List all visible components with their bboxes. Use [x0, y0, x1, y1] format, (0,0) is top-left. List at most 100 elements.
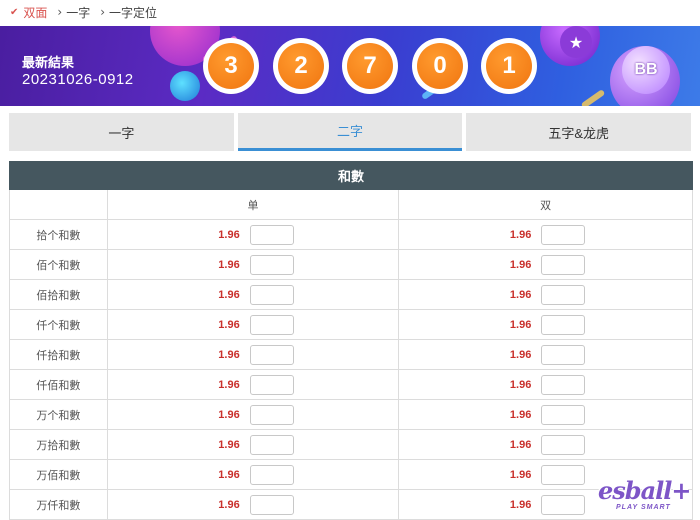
result-number: 1 — [486, 43, 532, 89]
odd-cell: 1.96 — [106, 249, 400, 280]
odd-cell: 1.96 — [106, 399, 400, 430]
row-name: 佰拾和數 — [9, 279, 108, 310]
row-name: 万个和數 — [9, 399, 108, 430]
bet-amount-input[interactable] — [541, 374, 586, 395]
bet-amount-input[interactable] — [249, 344, 294, 365]
column-header-odd: 单 — [106, 189, 400, 220]
table-row: 万仟和數 1.96 1.96 — [9, 489, 693, 520]
bet-amount-input[interactable] — [541, 314, 586, 335]
odds-table: 和數 单 双 拾个和數 1.96 1.96 佰个和數 1.96 1.96 佰拾和數 1.96 1… — [9, 161, 693, 520]
bet-amount-input[interactable] — [249, 374, 294, 395]
bb-badge: BB — [622, 46, 670, 94]
bet-amount-input[interactable] — [541, 494, 586, 515]
bet-amount-input[interactable] — [249, 224, 294, 245]
bet-amount-input[interactable] — [541, 404, 586, 425]
result-ball: 7 — [342, 38, 398, 94]
odd-wrap: 1.96 — [399, 344, 586, 365]
odd-wrap: 1.96 — [399, 224, 586, 245]
logo-brand: esball+ — [598, 476, 691, 505]
odd-cell: 1.96 — [398, 219, 693, 250]
table-row: 仟拾和數 1.96 1.96 — [9, 339, 693, 370]
odd-cell: 1.96 — [398, 249, 693, 280]
decoration-bubble — [170, 71, 200, 101]
decoration-stripe — [580, 89, 606, 106]
result-label: 最新結果 — [22, 55, 75, 70]
result-number: 2 — [278, 43, 324, 89]
bet-amount-input[interactable] — [541, 284, 586, 305]
breadcrumb-item-one[interactable]: › 一字 — [57, 4, 90, 21]
odd-wrap: 1.96 — [108, 404, 294, 425]
odd-wrap: 1.96 — [108, 374, 294, 395]
odd-value: 1.96 — [218, 438, 240, 451]
result-number: 3 — [208, 43, 254, 89]
row-name: 佰个和數 — [9, 249, 108, 280]
odd-value: 1.96 — [218, 378, 240, 391]
bet-amount-input[interactable] — [249, 254, 294, 275]
table-row: 仟个和數 1.96 1.96 — [9, 309, 693, 340]
odd-cell: 1.96 — [398, 339, 693, 370]
bet-amount-input[interactable] — [249, 494, 294, 515]
odd-wrap: 1.96 — [108, 344, 294, 365]
bet-type-tabs: 一字 二字 五字&龙虎 — [9, 113, 692, 151]
chevron-right-icon: › — [100, 5, 106, 19]
bet-amount-input[interactable] — [249, 434, 294, 455]
table-row: 拾个和數 1.96 1.96 — [9, 219, 693, 250]
bet-amount-input[interactable] — [541, 464, 586, 485]
bet-amount-input[interactable] — [541, 344, 586, 365]
result-period: 20231026-0912 — [22, 71, 134, 88]
odd-value: 1.96 — [218, 318, 240, 331]
odd-cell: 1.96 — [106, 429, 400, 460]
breadcrumb-label: 一字定位 — [109, 5, 158, 20]
odd-wrap: 1.96 — [108, 314, 294, 335]
bet-amount-input[interactable] — [249, 404, 294, 425]
odd-cell: 1.96 — [106, 459, 400, 490]
row-name: 万佰和數 — [9, 459, 108, 490]
bet-amount-input[interactable] — [541, 224, 586, 245]
breadcrumb-item-one-position[interactable]: › 一字定位 — [100, 4, 157, 21]
odd-value: 1.96 — [509, 438, 532, 451]
odd-wrap: 1.96 — [108, 434, 294, 455]
odd-value: 1.96 — [218, 228, 240, 241]
odd-value: 1.96 — [509, 348, 532, 361]
tab-two-digit[interactable]: 二字 — [237, 113, 463, 151]
odd-wrap: 1.96 — [399, 434, 586, 455]
odd-cell: 1.96 — [398, 279, 693, 310]
table-subheader-row: 单 双 — [9, 189, 693, 220]
odd-wrap: 1.96 — [399, 314, 586, 335]
tab-one-digit[interactable]: 一字 — [9, 113, 234, 151]
bet-amount-input[interactable] — [249, 314, 294, 335]
latest-result-banner: 最新結果 20231026-0912 3 2 7 0 1 ★ BB — [0, 26, 700, 106]
star-icon: ★ — [560, 26, 592, 58]
bet-amount-input[interactable] — [541, 254, 586, 275]
odd-value: 1.96 — [218, 408, 240, 421]
row-name: 仟拾和數 — [9, 339, 108, 370]
row-name: 拾个和數 — [9, 219, 108, 250]
table-row: 仟佰和數 1.96 1.96 — [9, 369, 693, 400]
odd-wrap: 1.96 — [108, 224, 294, 245]
table-group-header: 和數 — [9, 161, 693, 190]
odd-value: 1.96 — [509, 408, 532, 421]
odd-value: 1.96 — [218, 468, 240, 481]
bet-amount-input[interactable] — [249, 284, 294, 305]
odd-wrap: 1.96 — [108, 284, 294, 305]
odd-wrap: 1.96 — [108, 254, 294, 275]
chevron-down-icon: ✔ — [10, 6, 19, 18]
row-name: 仟佰和數 — [9, 369, 108, 400]
esball-logo: esball+ PLAY SMART — [598, 476, 698, 516]
breadcrumb-item-double[interactable]: ✔ 双面 — [10, 4, 47, 21]
bet-amount-input[interactable] — [541, 434, 586, 455]
breadcrumb-label: 一字 — [66, 5, 91, 20]
tab-five-digit-dragon-tiger[interactable]: 五字&龙虎 — [466, 113, 692, 151]
odd-value: 1.96 — [509, 288, 532, 301]
odd-cell: 1.96 — [398, 369, 693, 400]
row-name: 仟个和數 — [9, 309, 108, 340]
odd-value: 1.96 — [509, 378, 532, 391]
odd-wrap: 1.96 — [399, 464, 586, 485]
row-name: 万仟和數 — [9, 489, 108, 520]
odd-value: 1.96 — [509, 498, 532, 511]
result-ball: 2 — [273, 38, 329, 94]
bet-amount-input[interactable] — [249, 464, 294, 485]
odd-value: 1.96 — [509, 258, 532, 271]
table-row: 万个和數 1.96 1.96 — [9, 399, 693, 430]
table-row: 万拾和數 1.96 1.96 — [9, 429, 693, 460]
